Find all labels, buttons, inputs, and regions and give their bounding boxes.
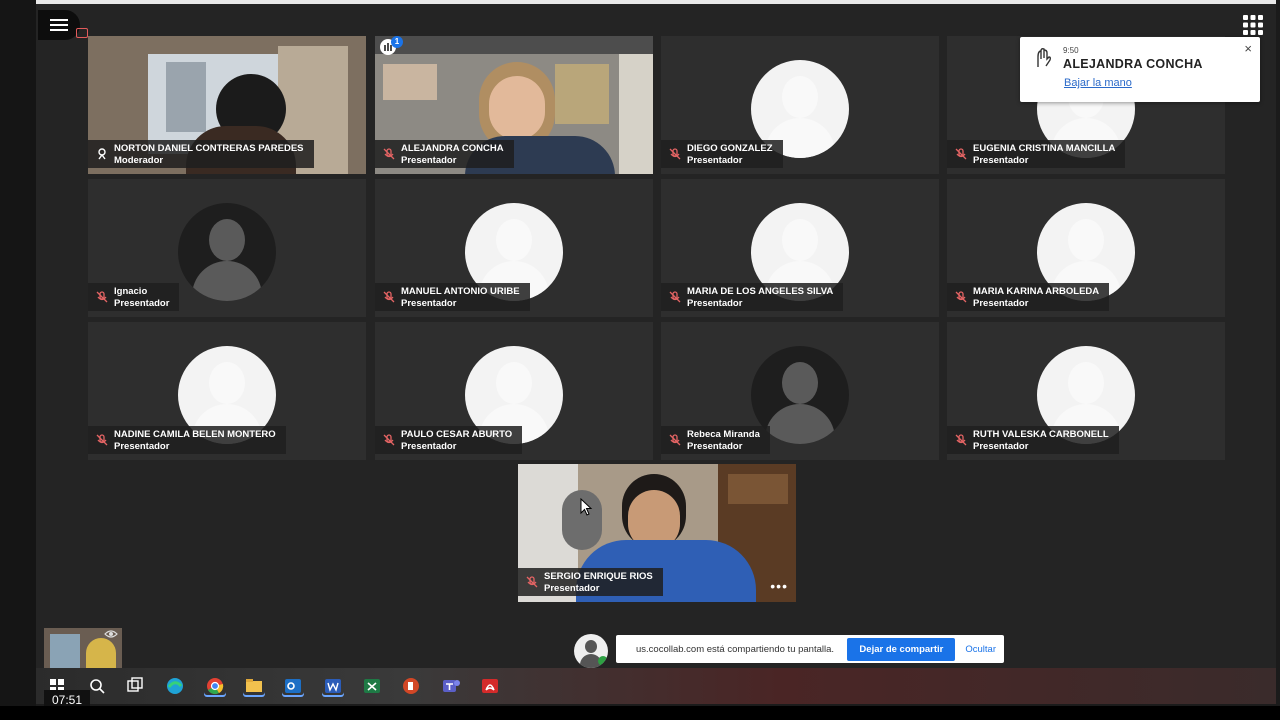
file-explorer-icon[interactable]: [243, 675, 265, 697]
mic-muted-icon: [383, 148, 395, 160]
participant-name: ALEJANDRA CONCHA: [401, 143, 504, 154]
participant-name: DIEGO GONZALEZ: [687, 143, 773, 154]
teams-icon[interactable]: [440, 675, 462, 697]
eye-icon[interactable]: [104, 629, 118, 639]
check-icon: [598, 656, 608, 666]
mic-muted-icon: [955, 148, 967, 160]
participant-label: MARIA DE LOS ANGELES SILVA Presentador: [661, 283, 844, 311]
participant-tile-ruth[interactable]: RUTH VALESKA CARBONELL Presentador: [947, 322, 1225, 460]
participant-label: PAULO CESAR ABURTO Presentador: [375, 426, 523, 454]
participant-role: Presentador: [401, 298, 457, 309]
mouse-cursor-icon: [580, 498, 593, 516]
lower-hand-link[interactable]: Bajar la mano: [1064, 77, 1132, 89]
grid-view-icon[interactable]: [1242, 14, 1264, 36]
mic-muted-icon: [383, 434, 395, 446]
participant-label: Rebeca Miranda Presentador: [661, 426, 770, 454]
participant-label: MANUEL ANTONIO URIBE Presentador: [375, 283, 530, 311]
outlook-icon[interactable]: [282, 675, 304, 697]
participant-tile-diego[interactable]: DIEGO GONZALEZ Presentador: [661, 36, 939, 174]
participant-role: Presentador: [114, 441, 170, 452]
participant-role: Presentador: [973, 441, 1029, 452]
participant-role: Moderador: [114, 155, 164, 166]
stop-sharing-button[interactable]: Dejar de compartir: [847, 637, 956, 661]
mic-muted-icon: [96, 291, 108, 303]
edge-icon[interactable]: [164, 675, 186, 697]
participant-tile-nadine[interactable]: NADINE CAMILA BELEN MONTERO Presentador: [88, 322, 366, 460]
bottom-strip: [0, 706, 1280, 720]
mic-muted-icon: [669, 434, 681, 446]
mic-muted-icon: [96, 434, 108, 446]
participant-tile-sergio[interactable]: SERGIO ENRIQUE RIOS Presentador •••: [518, 464, 796, 602]
participant-name: MANUEL ANTONIO URIBE: [401, 286, 520, 297]
hide-button[interactable]: Ocultar: [965, 644, 996, 655]
participant-label: NORTON DANIEL CONTRERAS PAREDES Moderado…: [88, 140, 314, 168]
participant-name: PAULO CESAR ABURTO: [401, 429, 513, 440]
participant-role: Presentador: [973, 298, 1029, 309]
participant-tile-maria-silva[interactable]: MARIA DE LOS ANGELES SILVA Presentador: [661, 179, 939, 317]
participant-label: EUGENIA CRISTINA MANCILLA Presentador: [947, 140, 1126, 168]
mic-muted-icon: [669, 291, 681, 303]
moderator-icon: [98, 148, 106, 160]
participant-role: Presentador: [687, 298, 743, 309]
notification-time: 9:50: [1063, 46, 1079, 55]
participant-label: ALEJANDRA CONCHA Presentador: [375, 140, 514, 168]
chrome-icon[interactable]: [204, 675, 226, 697]
mic-muted-icon: [526, 576, 538, 588]
participant-label: SERGIO ENRIQUE RIOS Presentador: [518, 568, 663, 596]
participant-role: Presentador: [687, 441, 743, 452]
participant-label: DIEGO GONZALEZ Presentador: [661, 140, 783, 168]
menu-button[interactable]: [38, 10, 80, 40]
participant-name: SERGIO ENRIQUE RIOS: [544, 571, 653, 582]
participant-role: Presentador: [114, 298, 170, 309]
participant-tile-maria-arboleda[interactable]: MARIA KARINA ARBOLEDA Presentador: [947, 179, 1225, 317]
share-message: us.cocollab.com está compartiendo tu pan…: [636, 643, 835, 655]
participant-name: NORTON DANIEL CONTRERAS PAREDES: [114, 143, 304, 154]
participant-tile-alejandra[interactable]: 1 ALEJANDRA CONCHA Presentador: [375, 36, 653, 174]
participant-name: MARIA DE LOS ANGELES SILVA: [687, 286, 834, 297]
mic-muted-icon: [955, 434, 967, 446]
participant-label: Ignacio Presentador: [88, 283, 180, 311]
notification-name: ALEJANDRA CONCHA: [1063, 57, 1203, 71]
participant-role: Presentador: [401, 441, 457, 452]
participant-role: Presentador: [401, 155, 457, 166]
participant-role: Presentador: [544, 583, 600, 594]
more-options-button[interactable]: •••: [770, 578, 788, 594]
left-screen-strip: [0, 0, 36, 720]
raised-hand-icon: [1037, 48, 1052, 67]
top-border: [36, 0, 1276, 4]
participant-name: RUTH VALESKA CARBONELL: [973, 429, 1109, 440]
participant-label: NADINE CAMILA BELEN MONTERO Presentador: [88, 426, 286, 454]
participant-label: RUTH VALESKA CARBONELL Presentador: [947, 426, 1119, 454]
hamburger-icon: [50, 19, 68, 31]
task-view-icon[interactable]: [124, 675, 146, 697]
participant-name: Ignacio: [114, 286, 148, 297]
participant-name: NADINE CAMILA BELEN MONTERO: [114, 429, 276, 440]
participant-role: Presentador: [687, 155, 743, 166]
windows-taskbar: [36, 668, 1276, 704]
raised-hand-notification: 9:50 ALEJANDRA CONCHA Bajar la mano ×: [1020, 37, 1260, 102]
participant-tile-norton[interactable]: NORTON DANIEL CONTRERAS PAREDES Moderado…: [88, 36, 366, 174]
participant-role: Presentador: [973, 155, 1029, 166]
participant-name: MARIA KARINA ARBOLEDA: [973, 286, 1100, 297]
participant-tile-ignacio[interactable]: Ignacio Presentador: [88, 179, 366, 317]
screen-share-bar: us.cocollab.com está compartiendo tu pan…: [616, 635, 1004, 663]
participant-tile-paulo[interactable]: PAULO CESAR ABURTO Presentador: [375, 322, 653, 460]
participant-name: Rebeca Miranda: [687, 429, 760, 440]
participant-tile-manuel[interactable]: MANUEL ANTONIO URIBE Presentador: [375, 179, 653, 317]
close-icon[interactable]: ×: [1244, 41, 1252, 56]
participant-label: MARIA KARINA ARBOLEDA Presentador: [947, 283, 1110, 311]
raised-hands-badge: 1: [391, 36, 403, 48]
share-user-avatar: [574, 634, 608, 668]
mic-muted-icon: [669, 148, 681, 160]
word-icon[interactable]: [322, 675, 344, 697]
mic-muted-icon: [383, 291, 395, 303]
participant-name: EUGENIA CRISTINA MANCILLA: [973, 143, 1116, 154]
recording-icon: [76, 28, 88, 38]
avatar: [178, 203, 276, 301]
acrobat-icon[interactable]: [479, 675, 501, 697]
mic-muted-icon: [955, 291, 967, 303]
participant-tile-rebeca[interactable]: Rebeca Miranda Presentador: [661, 322, 939, 460]
powerpoint-icon[interactable]: [400, 675, 422, 697]
excel-icon[interactable]: [361, 675, 383, 697]
